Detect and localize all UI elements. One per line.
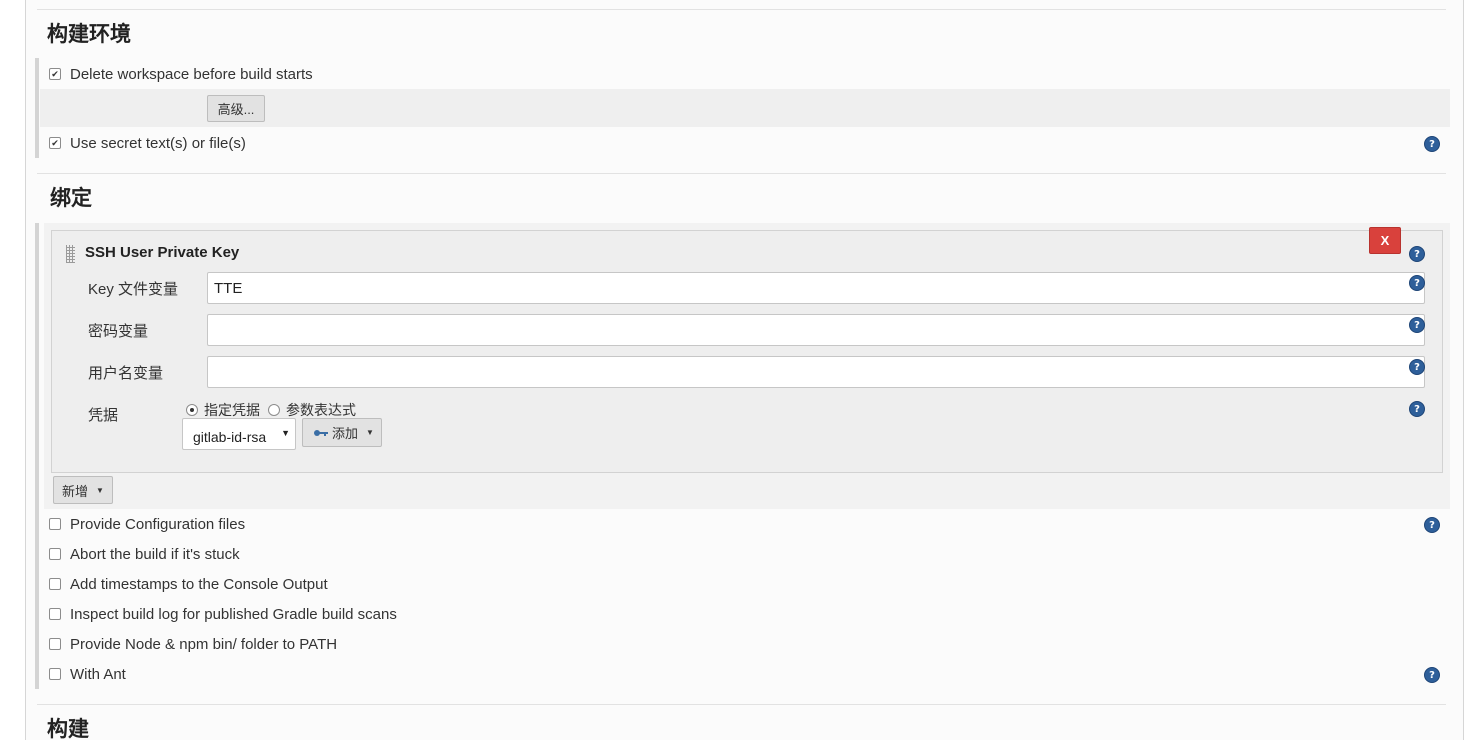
help-icon[interactable]: ? (1409, 401, 1425, 417)
bindings-indent-bar (35, 223, 39, 689)
divider (37, 173, 1446, 174)
timestamps-label: Add timestamps to the Console Output (70, 575, 328, 593)
abort-stuck-label: Abort the build if it's stuck (70, 545, 240, 563)
help-icon[interactable]: ? (1424, 136, 1440, 152)
caret-down-icon: ▼ (366, 428, 374, 437)
help-icon[interactable]: ? (1424, 667, 1440, 683)
drag-handle-icon[interactable] (66, 245, 75, 263)
option-with-ant[interactable]: With Ant (49, 664, 126, 684)
timestamps-checkbox[interactable] (49, 578, 61, 590)
provide-config-checkbox[interactable] (49, 518, 61, 530)
delete-workspace-checkbox[interactable]: ✔ (49, 68, 61, 80)
passphrase-var-label: 密码变量 (88, 323, 149, 340)
credentials-label: 凭据 (88, 407, 119, 424)
node-npm-label: Provide Node & npm bin/ folder to PATH (70, 635, 338, 653)
passphrase-var-input[interactable] (207, 314, 1425, 346)
with-ant-checkbox[interactable] (49, 668, 61, 680)
option-timestamps[interactable]: Add timestamps to the Console Output (49, 574, 328, 594)
radio-expression-label: 参数表达式 (286, 402, 356, 418)
option-delete-workspace[interactable]: ✔ Delete workspace before build starts (49, 64, 313, 84)
key-file-var-input[interactable]: TTE (207, 272, 1425, 304)
credential-select[interactable]: gitlab-id-rsa ▼ (182, 418, 296, 450)
add-binding-button[interactable]: 新增 ▼ (53, 476, 113, 504)
help-icon[interactable]: ? (1424, 517, 1440, 533)
username-var-input[interactable] (207, 356, 1425, 388)
section-bindings-title: 绑定 (50, 187, 92, 210)
config-page: 构建环境 ✔ Delete workspace before build sta… (25, 0, 1464, 741)
provide-config-label: Provide Configuration files (70, 515, 246, 533)
option-node-npm[interactable]: Provide Node & npm bin/ folder to PATH (49, 634, 337, 654)
help-icon[interactable]: ? (1409, 246, 1425, 262)
radio-parameter-expression[interactable] (268, 404, 280, 416)
key-file-var-label: Key 文件变量 (88, 281, 179, 298)
divider (37, 9, 1446, 10)
delete-binding-button[interactable]: X (1369, 227, 1401, 254)
ssh-binding-panel: SSH User Private Key X ? Key 文件变量 TTE ? … (51, 227, 1443, 473)
radio-specific-credential[interactable] (186, 404, 198, 416)
add-credential-button[interactable]: 添加 ▼ (302, 418, 382, 447)
delete-workspace-label: Delete workspace before build starts (70, 65, 313, 83)
help-icon[interactable]: ? (1409, 317, 1425, 333)
binding-title: SSH User Private Key (85, 244, 240, 261)
node-npm-checkbox[interactable] (49, 638, 61, 650)
help-icon[interactable]: ? (1409, 275, 1425, 291)
option-provide-config[interactable]: Provide Configuration files (49, 514, 245, 534)
add-binding-label: 新增 (62, 483, 89, 499)
option-use-secret[interactable]: ✔ Use secret text(s) or file(s) (49, 133, 246, 153)
use-secret-label: Use secret text(s) or file(s) (70, 134, 246, 152)
with-ant-label: With Ant (70, 665, 126, 683)
dropdown-arrow-icon: ▼ (281, 428, 290, 438)
section-indent-bar (35, 58, 39, 158)
username-var-label: 用户名变量 (88, 365, 164, 382)
inspect-gradle-checkbox[interactable] (49, 608, 61, 620)
divider (37, 704, 1446, 705)
radio-specific-label: 指定凭据 (204, 402, 260, 418)
option-abort-stuck[interactable]: Abort the build if it's stuck (49, 544, 240, 564)
advanced-button[interactable]: 高级... (207, 95, 265, 122)
key-icon (313, 428, 329, 438)
section-build-environment-title: 构建环境 (47, 23, 131, 46)
caret-down-icon: ▼ (96, 485, 104, 495)
use-secret-checkbox[interactable]: ✔ (49, 137, 61, 149)
credential-mode-radios: 指定凭据 参数表达式 (186, 400, 356, 420)
abort-stuck-checkbox[interactable] (49, 548, 61, 560)
add-credential-label: 添加 (332, 426, 359, 441)
credential-select-value: gitlab-id-rsa (193, 429, 267, 445)
section-build-title: 构建 (47, 718, 89, 741)
option-inspect-gradle[interactable]: Inspect build log for published Gradle b… (49, 604, 397, 624)
help-icon[interactable]: ? (1409, 359, 1425, 375)
inspect-gradle-label: Inspect build log for published Gradle b… (70, 605, 397, 623)
